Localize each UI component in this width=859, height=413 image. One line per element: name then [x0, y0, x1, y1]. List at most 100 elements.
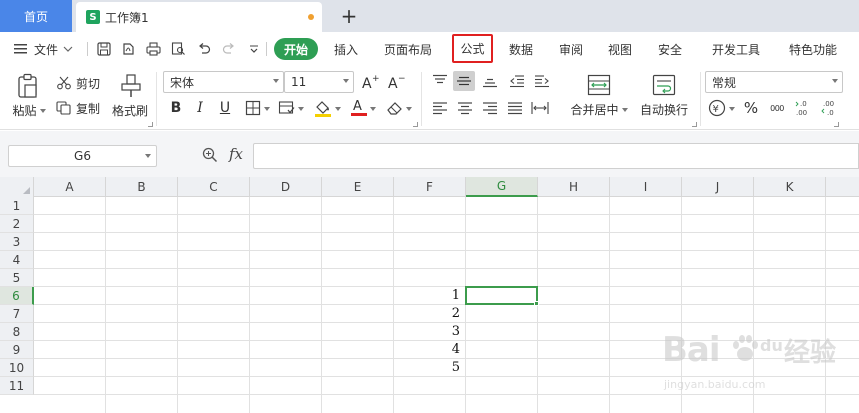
- caret-down-icon[interactable]: [335, 107, 341, 111]
- row-header-6[interactable]: 6: [0, 287, 34, 305]
- tab-insert[interactable]: 插入: [330, 37, 362, 61]
- tab-formulas[interactable]: 公式: [452, 34, 493, 63]
- row-header-1[interactable]: 1: [0, 197, 34, 215]
- paste-button[interactable]: 粘贴: [10, 102, 48, 118]
- decrease-font-size-icon[interactable]: A −: [386, 72, 406, 92]
- cell-f10[interactable]: 5: [394, 360, 460, 375]
- row-header-11[interactable]: 11: [0, 377, 34, 395]
- tab-security[interactable]: 安全: [654, 37, 686, 61]
- customize-toolbar-icon[interactable]: [246, 41, 262, 57]
- row-header-8[interactable]: 8: [0, 323, 34, 341]
- decrease-decimal-icon[interactable]: .00.0: [820, 98, 842, 118]
- caret-down-icon[interactable]: [298, 107, 304, 111]
- format-painter-icon[interactable]: [118, 72, 144, 100]
- insert-function-fx-button[interactable]: fx: [229, 145, 243, 163]
- column-header-f[interactable]: F: [394, 177, 466, 197]
- align-middle-icon[interactable]: [453, 71, 475, 91]
- clear-format-eraser-icon[interactable]: [385, 98, 405, 118]
- format-painter-button[interactable]: 格式刷: [108, 102, 152, 118]
- cut-button[interactable]: 剪切: [56, 74, 106, 92]
- caret-down-icon[interactable]: [264, 107, 270, 111]
- align-top-icon[interactable]: [430, 71, 450, 91]
- bold-button[interactable]: B: [166, 98, 186, 118]
- tab-view[interactable]: 视图: [604, 37, 636, 61]
- copy-button[interactable]: 复制: [56, 99, 106, 117]
- font-size-select[interactable]: 11: [284, 71, 354, 93]
- align-left-icon[interactable]: [430, 98, 450, 118]
- align-right-icon[interactable]: [480, 98, 500, 118]
- tab-review[interactable]: 审阅: [555, 37, 587, 61]
- merge-center-icon[interactable]: [585, 72, 613, 98]
- select-all-corner[interactable]: [0, 177, 34, 197]
- font-name-select[interactable]: 宋体: [163, 71, 284, 93]
- name-box[interactable]: G6: [8, 145, 157, 167]
- row-header-10[interactable]: 10: [0, 359, 34, 377]
- fill-handle[interactable]: [534, 301, 539, 306]
- cell-f8[interactable]: 3: [394, 324, 460, 339]
- thousands-separator-button[interactable]: 000: [767, 98, 787, 118]
- tab-page-layout[interactable]: 页面布局: [380, 37, 436, 61]
- active-cell-g6[interactable]: [465, 286, 538, 305]
- print-preview-icon[interactable]: [170, 41, 186, 57]
- percent-button[interactable]: %: [741, 98, 761, 118]
- cell-f9[interactable]: 4: [394, 342, 460, 357]
- row-header-9[interactable]: 9: [0, 341, 34, 359]
- wrap-text-icon[interactable]: [650, 72, 678, 98]
- row-header-7[interactable]: 7: [0, 305, 34, 323]
- borders-icon[interactable]: [243, 98, 263, 118]
- caret-down-icon[interactable]: [729, 107, 735, 111]
- align-center-icon[interactable]: [455, 98, 475, 118]
- row-header-5[interactable]: 5: [0, 269, 34, 287]
- column-header-d[interactable]: D: [250, 177, 322, 197]
- home-tab[interactable]: 首页: [0, 0, 72, 32]
- merge-center-button[interactable]: 合并居中: [568, 101, 630, 117]
- currency-icon[interactable]: ¥: [707, 98, 727, 118]
- export-pdf-icon[interactable]: [120, 41, 136, 57]
- column-header-j[interactable]: J: [682, 177, 754, 197]
- new-tab-button[interactable]: +: [338, 4, 360, 28]
- file-menu[interactable]: 文件: [14, 37, 73, 61]
- align-bottom-icon[interactable]: [480, 71, 500, 91]
- wrap-text-button[interactable]: 自动换行: [636, 101, 692, 117]
- decrease-indent-icon[interactable]: [507, 71, 527, 91]
- column-header-g[interactable]: G: [466, 177, 538, 197]
- row-header-4[interactable]: 4: [0, 251, 34, 269]
- paste-icon[interactable]: [14, 72, 42, 100]
- underline-button[interactable]: U: [215, 98, 235, 118]
- font-group-launcher[interactable]: [413, 122, 418, 127]
- increase-decimal-icon[interactable]: .0.00: [793, 98, 815, 118]
- column-header-b[interactable]: B: [106, 177, 178, 197]
- print-icon[interactable]: [145, 41, 161, 57]
- increase-font-size-icon[interactable]: A +: [360, 72, 380, 92]
- tab-data[interactable]: 数据: [505, 37, 537, 61]
- justify-icon[interactable]: [505, 98, 525, 118]
- italic-button[interactable]: I: [190, 98, 210, 118]
- tab-special-features[interactable]: 特色功能: [785, 37, 841, 61]
- column-header-k[interactable]: K: [754, 177, 826, 197]
- formula-input[interactable]: [253, 143, 859, 169]
- conditional-format-icon[interactable]: [277, 98, 297, 118]
- number-group-launcher[interactable]: [834, 122, 839, 127]
- caret-down-icon[interactable]: [406, 107, 412, 111]
- row-header-3[interactable]: 3: [0, 233, 34, 251]
- tab-start[interactable]: 开始: [274, 38, 318, 60]
- column-header-e[interactable]: E: [322, 177, 394, 197]
- column-header-h[interactable]: H: [538, 177, 610, 197]
- column-header-c[interactable]: C: [178, 177, 250, 197]
- document-tab[interactable]: S 工作簿1: [76, 2, 322, 32]
- column-header-a[interactable]: A: [34, 177, 106, 197]
- alignment-group-launcher[interactable]: [692, 122, 697, 127]
- cell-f6[interactable]: 1: [394, 288, 460, 303]
- tab-developer[interactable]: 开发工具: [708, 37, 764, 61]
- distributed-align-icon[interactable]: [530, 98, 550, 118]
- clipboard-group-launcher[interactable]: [148, 122, 153, 127]
- caret-down-icon[interactable]: [370, 107, 376, 111]
- column-header-i[interactable]: I: [610, 177, 682, 197]
- save-icon[interactable]: [96, 41, 112, 57]
- undo-icon[interactable]: [196, 41, 212, 57]
- zoom-lookup-icon[interactable]: [202, 147, 218, 167]
- increase-indent-icon[interactable]: [532, 71, 552, 91]
- fill-color-icon[interactable]: [313, 98, 333, 118]
- number-format-select[interactable]: 常规: [705, 71, 843, 93]
- font-color-icon[interactable]: A: [349, 97, 369, 117]
